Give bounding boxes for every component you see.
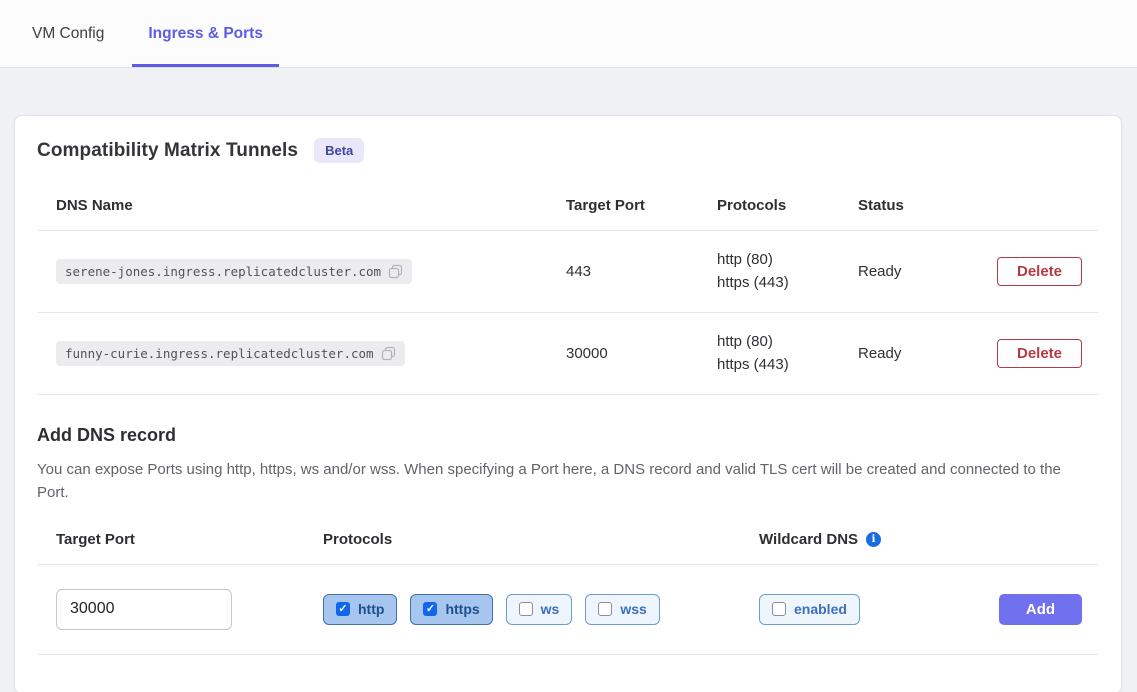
add-dns-title: Add DNS record [37, 425, 1099, 446]
dns-name-pill: funny-curie.ingress.replicatedcluster.co… [56, 341, 405, 366]
protocols-cell: http (80) https (443) [717, 333, 858, 375]
header-target-port: Target Port [566, 197, 717, 214]
form-label-target-port: Target Port [56, 531, 323, 548]
card-title-row: Compatibility Matrix Tunnels Beta [37, 138, 1099, 163]
protocol-line: http (80) [717, 251, 858, 270]
checkbox-icon [336, 602, 350, 616]
wildcard-dns-label: Wildcard DNS [759, 531, 858, 548]
checkbox-icon [598, 602, 612, 616]
form-label-protocols: Protocols [323, 531, 759, 548]
beta-badge: Beta [314, 138, 364, 163]
wildcard-enabled-checkbox[interactable]: enabled [759, 594, 860, 625]
tunnels-card: Compatibility Matrix Tunnels Beta DNS Na… [14, 115, 1122, 692]
dns-name-text: serene-jones.ingress.replicatedcluster.c… [65, 264, 381, 279]
checkbox-icon [519, 602, 533, 616]
add-dns-section: Add DNS record You can expose Ports usin… [37, 425, 1099, 630]
add-button[interactable]: Add [999, 594, 1082, 625]
dns-name-pill: serene-jones.ingress.replicatedcluster.c… [56, 259, 412, 284]
target-port-cell: 30000 [566, 345, 717, 362]
tab-vm-config[interactable]: VM Config [16, 3, 120, 67]
add-dns-description: You can expose Ports using http, https, … [37, 458, 1077, 505]
header-status: Status [858, 197, 997, 214]
tab-ingress-ports[interactable]: Ingress & Ports [132, 3, 279, 67]
copy-icon[interactable] [388, 264, 403, 279]
header-dns-name: DNS Name [56, 197, 566, 214]
protocol-line: https (443) [717, 356, 858, 375]
chip-label: http [358, 601, 384, 617]
protocol-checkbox-https[interactable]: https [410, 594, 492, 625]
chip-label: https [445, 601, 479, 617]
table-header-row: DNS Name Target Port Protocols Status [37, 185, 1099, 231]
protocol-checkbox-ws[interactable]: ws [506, 594, 573, 625]
target-port-cell: 443 [566, 263, 717, 280]
protocols-cell: http (80) https (443) [717, 251, 858, 293]
checkbox-icon [772, 602, 786, 616]
page-title: Compatibility Matrix Tunnels [37, 140, 298, 162]
table-row: serene-jones.ingress.replicatedcluster.c… [37, 231, 1099, 313]
protocol-line: http (80) [717, 333, 858, 352]
add-dns-form-row: http https ws wss enabled [37, 589, 1099, 630]
chip-label: wss [620, 601, 646, 617]
header-protocols: Protocols [717, 197, 858, 214]
tunnels-table: DNS Name Target Port Protocols Status se… [37, 185, 1099, 395]
form-label-wildcard-dns: Wildcard DNS i [759, 531, 999, 548]
delete-button[interactable]: Delete [997, 257, 1082, 286]
status-cell: Ready [858, 345, 997, 362]
info-icon[interactable]: i [866, 532, 881, 547]
target-port-input[interactable] [56, 589, 232, 630]
form-header-row: Target Port Protocols Wildcard DNS i [37, 531, 1099, 565]
protocol-chips: http https ws wss [323, 594, 759, 625]
protocol-checkbox-wss[interactable]: wss [585, 594, 659, 625]
protocol-checkbox-http[interactable]: http [323, 594, 397, 625]
delete-button[interactable]: Delete [997, 339, 1082, 368]
chip-label: ws [541, 601, 560, 617]
table-row: funny-curie.ingress.replicatedcluster.co… [37, 313, 1099, 395]
tab-bar: VM Config Ingress & Ports [0, 0, 1137, 68]
dns-name-text: funny-curie.ingress.replicatedcluster.co… [65, 346, 374, 361]
copy-icon[interactable] [381, 346, 396, 361]
protocol-line: https (443) [717, 274, 858, 293]
checkbox-icon [423, 602, 437, 616]
status-cell: Ready [858, 263, 997, 280]
chip-label: enabled [794, 601, 847, 617]
